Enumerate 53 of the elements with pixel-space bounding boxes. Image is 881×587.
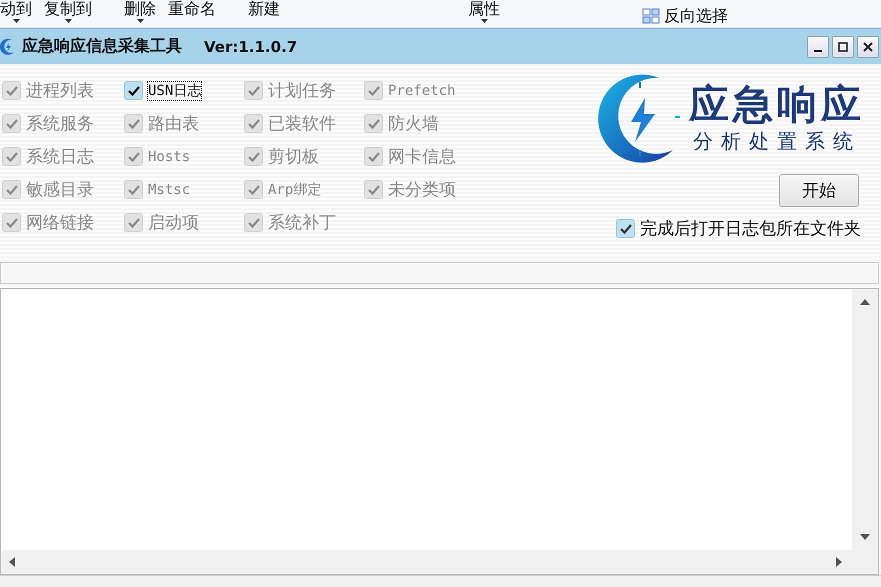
- checkmark-icon: [618, 222, 632, 234]
- checkmark-icon: [246, 216, 260, 228]
- window-title: 应急响应信息采集工具: [22, 36, 182, 57]
- grid-icon: [642, 8, 660, 24]
- horizontal-scrollbar[interactable]: [1, 550, 878, 574]
- minimize-icon: [814, 50, 822, 52]
- input-field[interactable]: [0, 262, 879, 284]
- ribbon-button[interactable]: 属性: [462, 0, 506, 27]
- close-icon: [863, 42, 873, 52]
- checkmark-icon: [366, 118, 380, 130]
- checkmark-icon: [4, 216, 18, 228]
- minimize-button[interactable]: [807, 36, 829, 58]
- ribbon-button[interactable]: 复制到: [38, 0, 98, 27]
- caret-icon: [480, 19, 488, 23]
- logo-subtitle: 分析处置系统: [693, 128, 861, 154]
- checkmark-icon: [126, 150, 140, 162]
- checkmark-icon: [4, 118, 18, 130]
- checkmark-icon: [366, 184, 380, 196]
- ribbon-button[interactable]: 反向选择: [636, 0, 734, 27]
- logo-title: 应急响应: [689, 82, 865, 128]
- checkmark-icon: [246, 84, 260, 96]
- close-button[interactable]: [857, 36, 879, 58]
- checkmark-icon: [246, 150, 260, 162]
- version-label: Ver:1.1.0.7: [204, 38, 298, 56]
- checkmark-icon: [126, 118, 140, 130]
- checkmark-icon: [366, 150, 380, 162]
- option-checkbox[interactable]: USN日志: [124, 74, 244, 107]
- scroll-up-icon[interactable]: [860, 299, 870, 305]
- checkmark-icon: [4, 150, 18, 162]
- maximize-icon: [838, 42, 848, 52]
- vertical-scrollbar[interactable]: [852, 289, 878, 550]
- checkmark-icon: [4, 184, 18, 196]
- ribbon-button[interactable]: 删除: [118, 0, 162, 27]
- app-logo-icon: [0, 38, 16, 56]
- caret-icon: [12, 19, 20, 23]
- caret-icon: [136, 19, 144, 23]
- checkmark-icon: [126, 184, 140, 196]
- checkmark-icon: [246, 118, 260, 130]
- checkmark-icon: [366, 84, 380, 96]
- checkmark-icon: [126, 216, 140, 228]
- ribbon-button[interactable]: 动到: [0, 0, 38, 27]
- checkmark-icon: [126, 84, 140, 96]
- scroll-left-icon[interactable]: [9, 557, 15, 567]
- start-button[interactable]: 开始: [779, 174, 859, 207]
- ribbon-button[interactable]: 新建: [242, 0, 286, 27]
- open-folder-checkbox[interactable]: 完成后打开日志包所在文件夹: [616, 217, 861, 240]
- caret-icon: [64, 19, 72, 23]
- scroll-right-icon[interactable]: [836, 557, 842, 567]
- checkmark-icon: [4, 84, 18, 96]
- scroll-down-icon[interactable]: [860, 534, 870, 540]
- checkmark-icon: [246, 184, 260, 196]
- maximize-button[interactable]: [832, 36, 854, 58]
- ribbon-button[interactable]: 重命名: [162, 0, 222, 27]
